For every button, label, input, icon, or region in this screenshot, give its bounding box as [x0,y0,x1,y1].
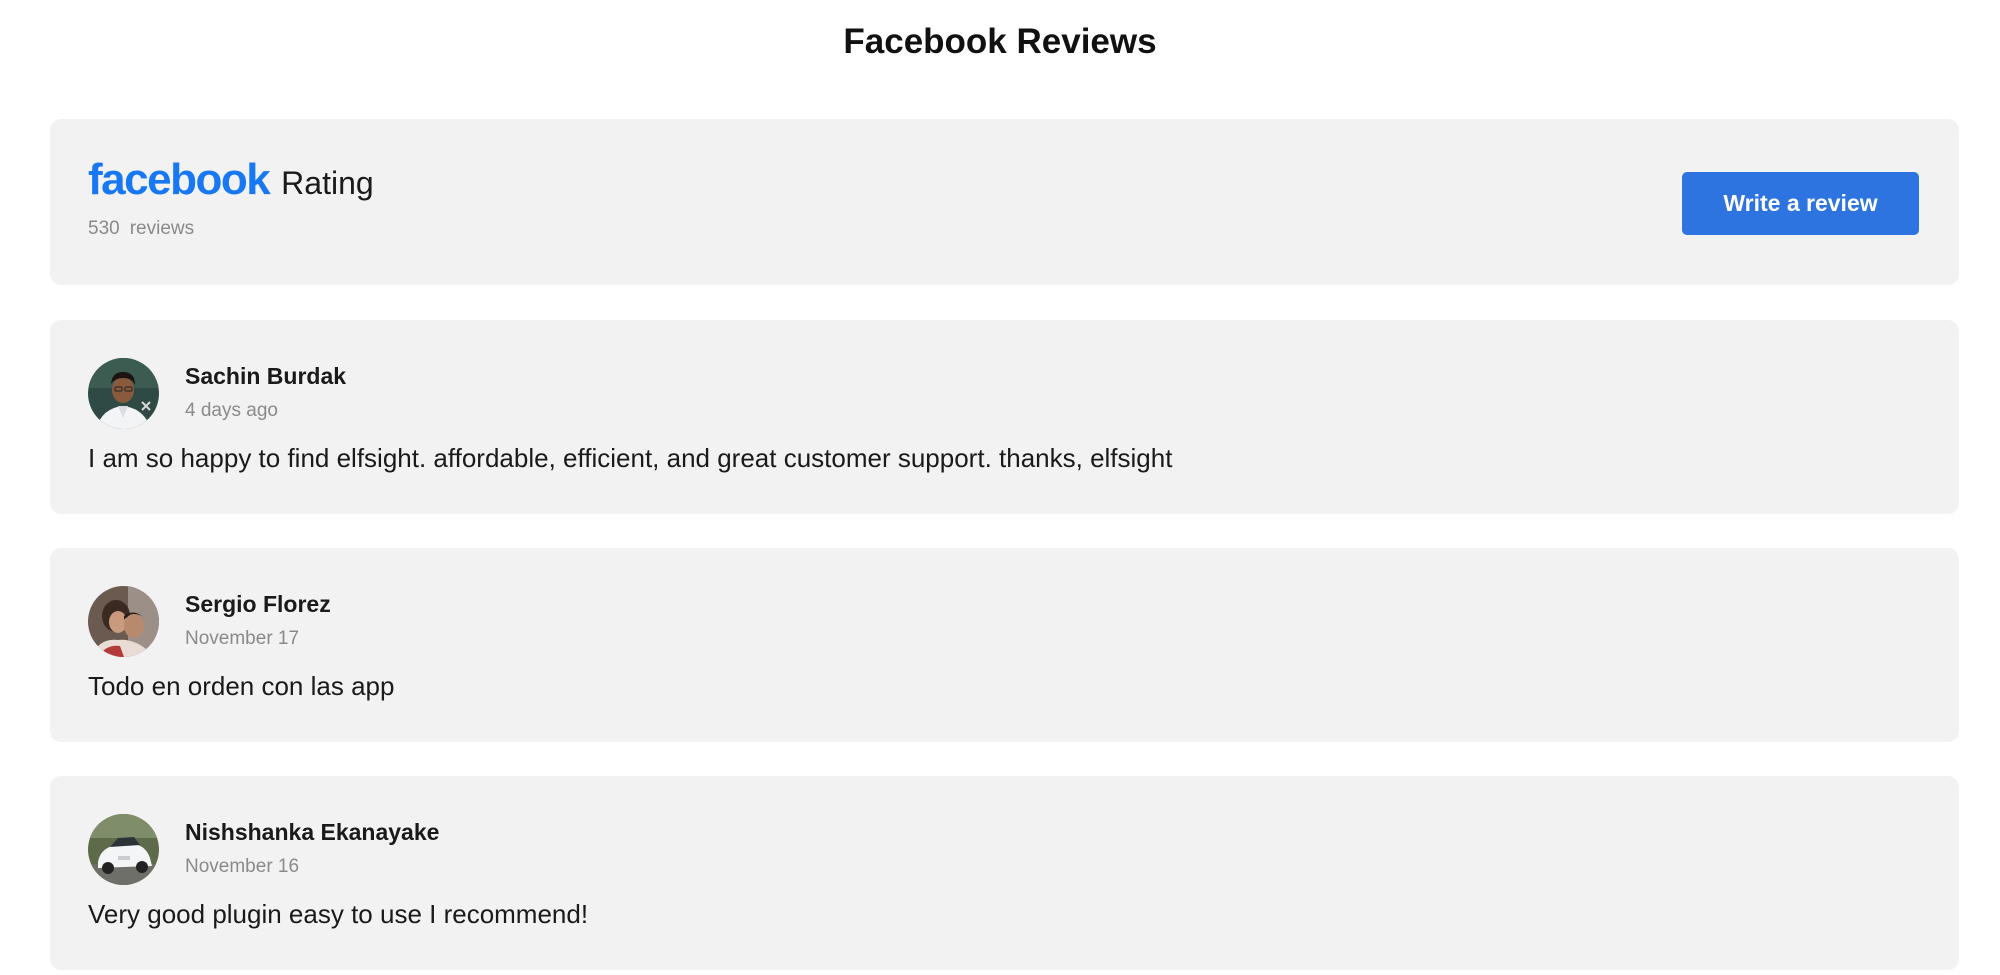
rating-header-card: facebook Rating 530 reviews Write a revie… [50,119,1959,285]
reviewer-name[interactable]: Nishshanka Ekanayake [185,819,439,846]
reviewer-name[interactable]: Sachin Burdak [185,363,346,390]
review-date: 4 days ago [185,400,278,421]
rating-label: Rating [281,165,374,201]
write-review-button[interactable]: Write a review [1682,172,1919,235]
review-date: November 16 [185,856,300,877]
review-text: I am so happy to find elfsight. affordab… [88,443,1173,473]
couple-photo-avatar-icon [88,586,159,657]
review-count-label: reviews [129,218,195,239]
review-count: 530 reviews [88,218,194,240]
facebook-logo: facebook [88,155,271,204]
review-date: November 17 [185,628,300,649]
page-title: Facebook Reviews [843,22,1157,61]
reviewer-avatar[interactable] [88,814,159,885]
person-portrait-avatar-icon [88,358,159,429]
review-count-number: 530 [88,218,120,239]
reviewer-avatar[interactable] [88,358,159,429]
reviewer-avatar[interactable] [88,586,159,657]
review-card: Sachin Burdak 4 days ago I am so happy t… [50,320,1959,514]
review-text: Todo en orden con las app [88,671,395,701]
review-card: Sergio Florez November 17 Todo en orden … [50,548,1959,742]
review-text: Very good plugin easy to use I recommend… [88,899,589,929]
review-card: Nishshanka Ekanayake November 16 Very go… [50,776,1959,970]
reviewer-name[interactable]: Sergio Florez [185,591,331,618]
white-car-avatar-icon [88,814,159,885]
reviews-page: Facebook Reviews facebook Rating 530 revi… [0,0,2000,975]
brand-row: facebook Rating [88,155,374,205]
